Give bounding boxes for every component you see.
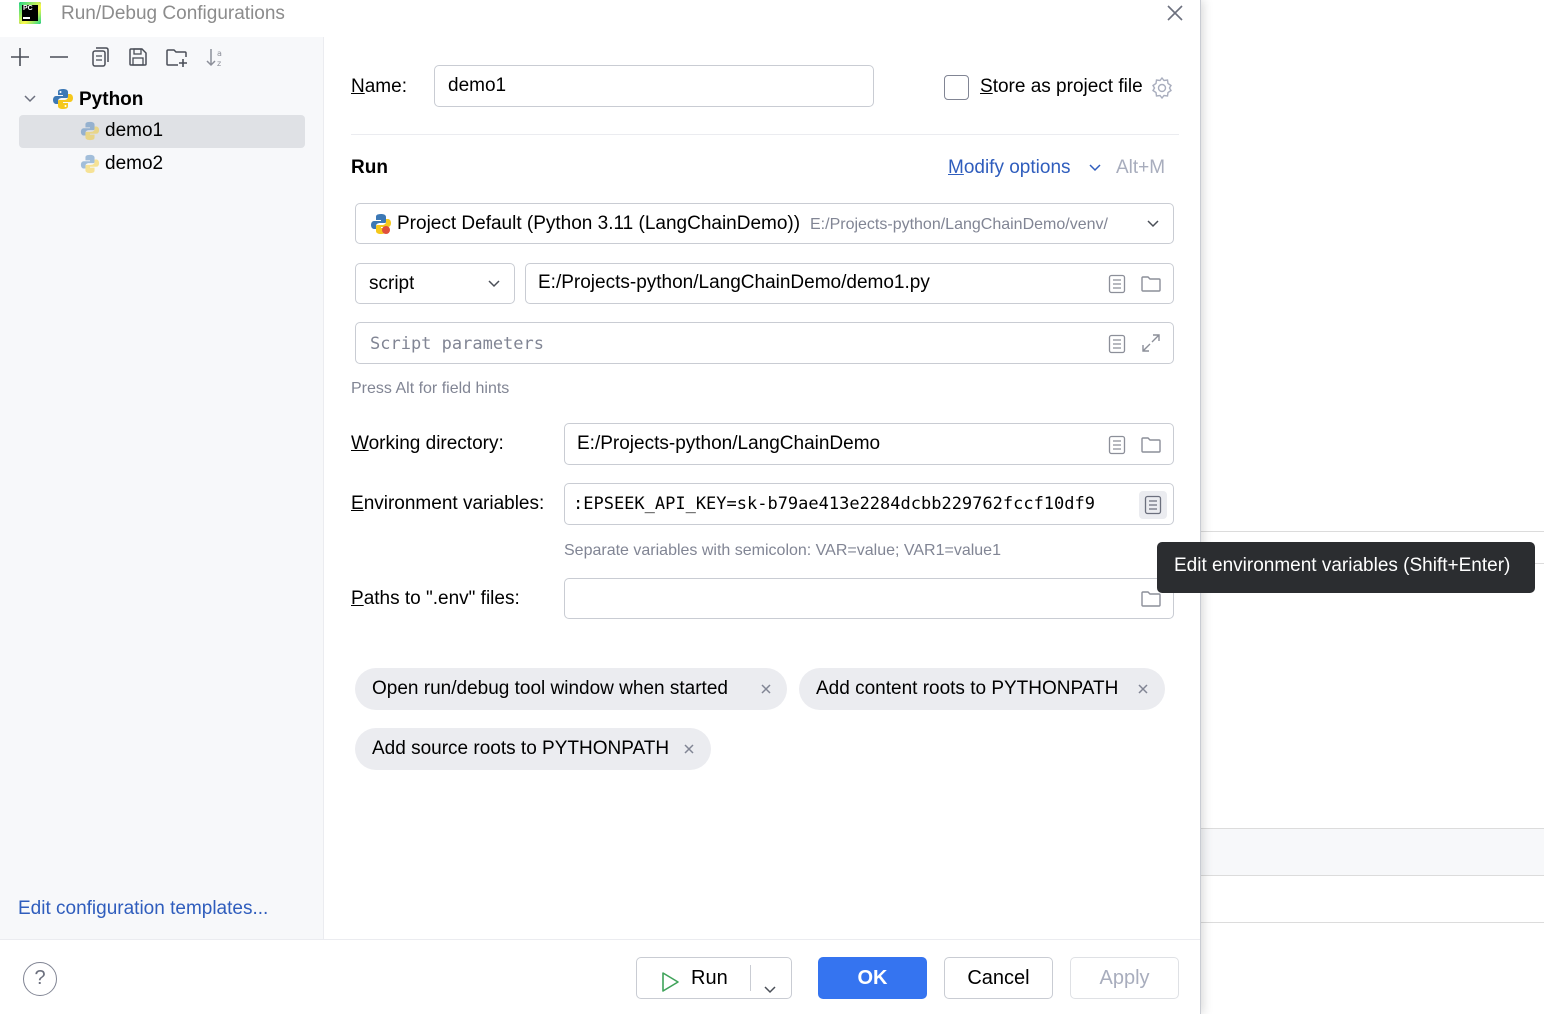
modify-options-shortcut: Alt+M <box>1116 157 1166 178</box>
list-icon <box>1142 494 1164 516</box>
working-directory-label: Working directory: <box>351 433 504 454</box>
environment-variables-label: Environment variables: <box>351 493 545 514</box>
name-field[interactable]: demo1 <box>434 65 874 107</box>
gear-icon[interactable] <box>1150 76 1174 100</box>
option-chip-source-roots[interactable]: Add source roots to PYTHONPATH <box>355 728 711 770</box>
ok-button[interactable]: OK <box>818 957 927 999</box>
help-button[interactable]: ? <box>23 962 57 996</box>
close-icon[interactable] <box>1164 2 1186 24</box>
environment-variables-value: :EPSEEK_API_KEY=sk-b79ae413e2284dcbb2297… <box>573 494 1095 514</box>
pycharm-logo-icon: PC <box>19 2 41 24</box>
copy-icon[interactable] <box>87 45 111 69</box>
expand-icon[interactable] <box>1140 332 1162 354</box>
modify-options-label-text: odify options <box>963 157 1071 178</box>
save-icon[interactable] <box>126 45 150 69</box>
close-icon[interactable] <box>1136 682 1150 696</box>
modify-options-link[interactable]: Modify options <box>948 157 1071 179</box>
interpreter-name: Project Default (Python 3.11 (LangChainD… <box>397 213 801 234</box>
run-section-title: Run <box>351 157 388 178</box>
store-as-project-file-label-text: tore as project file <box>992 76 1143 97</box>
working-directory-value: E:/Projects-python/LangChainDemo <box>577 433 881 454</box>
edit-env-variables-button[interactable] <box>1139 491 1167 519</box>
chevron-down-icon[interactable] <box>1088 161 1102 175</box>
env-files-field[interactable] <box>564 578 1174 619</box>
script-parameters-field[interactable]: Script parameters <box>355 322 1174 364</box>
split-divider <box>750 965 751 991</box>
separator <box>351 134 1179 135</box>
working-directory-label-text: orking directory: <box>368 433 504 454</box>
option-chip-content-roots[interactable]: Add content roots to PYTHONPATH <box>799 668 1165 710</box>
chip-label: Open run/debug tool window when started <box>372 678 728 699</box>
apply-button[interactable]: Apply <box>1070 957 1179 999</box>
edit-env-variables-tooltip: Edit environment variables (Shift+Enter) <box>1157 542 1535 593</box>
sort-icon[interactable]: az <box>204 45 228 69</box>
run-type-value: script <box>369 273 415 294</box>
script-path-field[interactable]: E:/Projects-python/LangChainDemo/demo1.p… <box>525 263 1174 304</box>
run-debug-configurations-dialog: PC Run/Debug Configurations az Python de… <box>0 0 1201 1014</box>
environment-variables-label-text: nvironment variables: <box>363 493 545 514</box>
python-interpreter-icon <box>370 213 392 235</box>
chevron-down-icon <box>487 277 501 291</box>
chevron-down-icon[interactable] <box>22 91 38 107</box>
cancel-button[interactable]: Cancel <box>944 957 1053 999</box>
list-icon[interactable] <box>1106 333 1128 355</box>
close-icon[interactable] <box>682 742 696 756</box>
script-parameters-placeholder: Script parameters <box>370 334 544 354</box>
environment-variables-field[interactable]: :EPSEEK_API_KEY=sk-b79ae413e2284dcbb2297… <box>564 483 1174 525</box>
background-window <box>1200 0 1544 1014</box>
title-bar: PC Run/Debug Configurations <box>0 0 1200 36</box>
option-chip-open-tool-window[interactable]: Open run/debug tool window when started <box>355 668 787 710</box>
minus-icon[interactable] <box>47 45 71 69</box>
field-hints-text: Press Alt for field hints <box>351 380 510 397</box>
folder-icon[interactable] <box>1140 434 1162 456</box>
background-strip <box>1200 829 1544 875</box>
working-directory-field[interactable]: E:/Projects-python/LangChainDemo <box>564 423 1174 465</box>
interpreter-path: E:/Projects-python/LangChainDemo/venv/ <box>810 216 1108 233</box>
list-icon[interactable] <box>1106 273 1128 295</box>
new-folder-icon[interactable] <box>165 45 189 69</box>
name-field-value: demo1 <box>448 75 507 96</box>
tree-item-demo2[interactable]: demo2 <box>19 148 305 181</box>
chevron-down-icon <box>1146 217 1160 231</box>
store-as-project-file-label: Store as project file <box>980 76 1143 97</box>
run-button-label: Run <box>691 967 728 989</box>
dialog-title: Run/Debug Configurations <box>61 3 285 24</box>
python-file-icon <box>80 121 100 141</box>
tree-item-label: demo2 <box>105 153 164 174</box>
script-path-value: E:/Projects-python/LangChainDemo/demo1.p… <box>538 272 930 293</box>
name-label: Name: <box>351 76 407 97</box>
tree-group-python[interactable]: Python <box>18 83 308 116</box>
python-file-icon <box>80 154 100 174</box>
tree-item-demo1[interactable]: demo1 <box>19 115 305 148</box>
list-icon[interactable] <box>1106 434 1128 456</box>
tree-item-label: demo1 <box>105 120 164 141</box>
env-files-label: Paths to ".env" files: <box>351 588 520 609</box>
env-files-label-text: aths to ".env" files: <box>363 588 520 609</box>
play-icon <box>659 967 681 992</box>
store-as-project-file-checkbox[interactable] <box>944 75 969 100</box>
interpreter-select[interactable]: Project Default (Python 3.11 (LangChainD… <box>355 203 1174 244</box>
background-divider <box>1200 922 1544 923</box>
folder-icon[interactable] <box>1140 273 1162 295</box>
chip-label: Add source roots to PYTHONPATH <box>372 738 670 759</box>
env-variables-hint: Separate variables with semicolon: VAR=v… <box>564 542 1001 559</box>
chevron-down-icon[interactable] <box>763 971 777 994</box>
plus-icon[interactable] <box>8 45 32 69</box>
svg-text:z: z <box>217 59 221 68</box>
background-divider <box>1200 875 1544 876</box>
close-icon[interactable] <box>759 682 773 696</box>
background-divider <box>1200 531 1544 532</box>
footer-separator <box>0 939 1200 940</box>
tooltip-text: Edit environment variables (Shift+Enter) <box>1174 555 1511 576</box>
svg-text:a: a <box>217 49 222 58</box>
tree-group-label: Python <box>79 89 144 110</box>
edit-configuration-templates-link[interactable]: Edit configuration templates... <box>18 898 268 920</box>
chip-label: Add content roots to PYTHONPATH <box>816 678 1119 699</box>
run-split-button[interactable]: Run <box>636 957 792 999</box>
configurations-sidebar: az Python demo1 demo2 Edit configuration… <box>0 37 324 939</box>
name-label-text: ame: <box>364 76 407 97</box>
run-type-select[interactable]: script <box>355 263 515 304</box>
python-icon <box>52 88 74 110</box>
